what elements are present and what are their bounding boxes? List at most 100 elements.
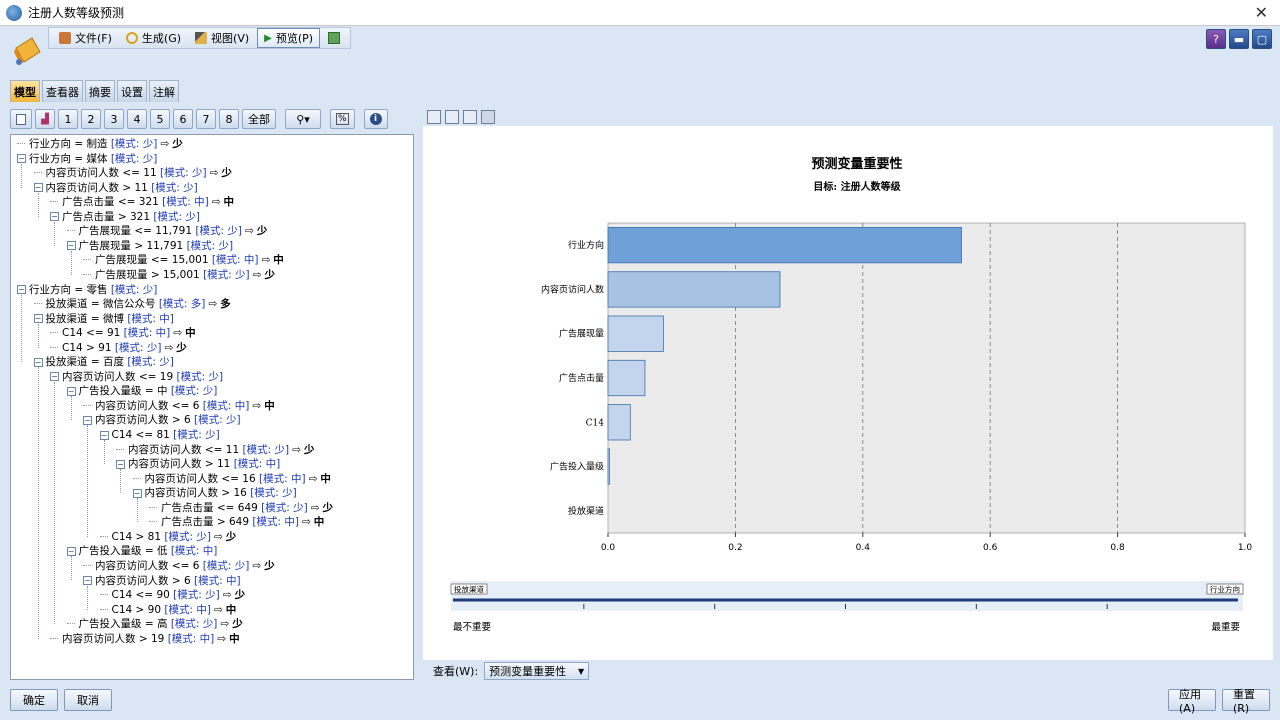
cancel-button[interactable]: 取消 [64,689,112,711]
collapse-icon[interactable]: − [83,576,92,585]
bar[interactable] [607,359,646,397]
collapse-icon[interactable]: − [66,546,76,556]
tree-node[interactable]: 广告展现量 <= 15,001 [模式: 中] ⇨ 中 [83,253,284,267]
apply-button[interactable]: 应用(A) [1168,688,1216,715]
help-icon[interactable]: ? [1206,29,1226,49]
collapse-icon[interactable]: − [17,154,26,164]
copy-visual-icon[interactable] [427,110,441,124]
tree-node[interactable]: 内容页访问人数 > 19 [模式: 中] ⇨ 中 [50,632,240,646]
collapse-icon[interactable]: − [83,415,92,425]
copy-button[interactable] [10,109,32,129]
level-6-button[interactable]: 6 [173,109,193,129]
level-all-button[interactable]: 全部 [242,109,276,129]
tree-node[interactable]: − 内容页访问人数 <= 19 [模式: 少] [50,370,223,384]
collapse-icon[interactable]: − [132,488,142,498]
node-mode: [模式: 中] [233,458,281,471]
tree-node[interactable]: 广告点击量 <= 649 [模式: 少] ⇨ 少 [149,501,333,515]
collapse-icon[interactable]: − [33,183,43,193]
bar[interactable] [607,271,781,308]
collapse-icon[interactable]: − [99,430,109,440]
tree-node[interactable]: − 广告投入量级 = 中 [模式: 少] [66,384,217,398]
tree-node[interactable]: − 投放渠道 = 百度 [模式: 少] [33,355,174,369]
minimize-icon[interactable]: ▬ [1229,29,1249,49]
copy-data-icon[interactable] [445,110,459,124]
tree-node[interactable]: 广告点击量 > 649 [模式: 中] ⇨ 中 [149,515,324,529]
level-2-button[interactable]: 2 [81,109,101,129]
level-1-button[interactable]: 1 [58,109,78,129]
collapse-icon[interactable]: − [66,241,76,251]
menu-generate[interactable]: 生成(G) [120,28,187,48]
chart-icon: ▟ [41,113,49,125]
tree-node[interactable]: 内容页访问人数 <= 6 [模式: 少] ⇨ 少 [83,559,275,573]
tree-node[interactable]: C14 > 90 [模式: 中] ⇨ 中 [99,603,236,617]
tab-settings[interactable]: 设置 [117,80,147,102]
ok-button[interactable]: 确定 [10,689,58,711]
collapse-icon[interactable]: − [33,314,43,324]
tree-node[interactable]: 广告投入量级 = 高 [模式: 少] ⇨ 少 [66,617,243,631]
link-icon[interactable] [481,110,495,124]
tree-node[interactable]: − 广告投入量级 = 低 [模式: 中] [66,544,217,558]
collapse-icon[interactable]: − [17,285,26,294]
tree-node[interactable]: − 内容页访问人数 > 11 [模式: 少] [33,181,198,195]
tree-node[interactable]: 广告展现量 <= 11,791 [模式: 少] ⇨ 少 [66,224,267,238]
tree-guide-line [54,221,55,246]
tree-node[interactable]: 内容页访问人数 <= 6 [模式: 中] ⇨ 中 [83,399,275,413]
tree-node[interactable]: 行业方向 = 制造 [模式: 少] ⇨ 少 [17,137,183,151]
tree-node[interactable]: − 行业方向 = 零售 [模式: 少] [17,283,157,297]
bar[interactable] [607,315,664,352]
tree-node[interactable]: C14 > 91 [模式: 少] ⇨ 少 [50,341,187,355]
tree-node[interactable]: 广告展现量 > 15,001 [模式: 少] ⇨ 少 [83,268,275,282]
collapse-icon[interactable]: − [66,386,76,396]
node-condition: 投放渠道 = 微博 [45,312,124,325]
preview-button[interactable]: ▶ 预览(P) [257,28,321,48]
collapse-icon[interactable]: − [50,212,59,222]
pane-splitter[interactable] [417,104,421,684]
percent-button[interactable]: % [330,109,355,129]
tree-node[interactable]: − 广告展现量 > 11,791 [模式: 少] [66,239,233,253]
tree-node[interactable]: − 投放渠道 = 微博 [模式: 中] [33,312,174,326]
tree-node[interactable]: − 内容页访问人数 > 16 [模式: 少] [132,486,297,500]
reset-button[interactable]: 重置(R) [1222,688,1270,715]
info-button[interactable]: i [363,109,388,129]
tree-node[interactable]: C14 <= 90 [模式: 少] ⇨ 少 [99,588,245,602]
view-select[interactable]: 预测变量重要性 [484,662,590,680]
bar[interactable] [607,448,610,485]
collapse-icon[interactable]: − [50,372,59,382]
pin-dropdown-button[interactable]: ⚲▾ [285,109,321,129]
menu-file[interactable]: 文件(F) [53,28,118,48]
tree-node[interactable]: − 内容页访问人数 > 11 [模式: 中] [116,457,280,471]
level-7-button[interactable]: 7 [196,109,216,129]
level-4-button[interactable]: 4 [127,109,147,129]
level-3-button[interactable]: 3 [104,109,124,129]
tree-node[interactable]: − 内容页访问人数 > 6 [模式: 少] [83,413,241,427]
export-button[interactable] [322,28,346,48]
tree-connector [17,143,25,144]
tree-node[interactable]: 广告点击量 <= 321 [模式: 中] ⇨ 中 [50,195,234,209]
tab-summary[interactable]: 摘要 [85,80,115,102]
tab-annotation[interactable]: 注解 [149,80,179,102]
tree-node[interactable]: − 内容页访问人数 > 6 [模式: 中] [83,574,241,588]
level-5-button[interactable]: 5 [150,109,170,129]
close-icon[interactable]: ✕ [1255,3,1268,22]
tree-node[interactable]: − 行业方向 = 媒体 [模式: 少] [17,152,157,166]
importance-slider[interactable]: 投放渠道 行业方向最不重要 最重要 [450,581,1244,633]
tree-node[interactable]: 内容页访问人数 <= 16 [模式: 中] ⇨ 中 [132,472,331,486]
tree-node[interactable]: C14 <= 91 [模式: 中] ⇨ 中 [50,326,196,340]
tree-node[interactable]: 内容页访问人数 <= 11 [模式: 少] ⇨ 少 [33,166,232,180]
print-icon[interactable] [463,110,477,124]
bar[interactable] [607,227,962,264]
tree-node[interactable]: − 广告点击量 > 321 [模式: 少] [50,210,200,224]
level-8-button[interactable]: 8 [219,109,239,129]
chart-view-button[interactable]: ▟ [35,109,55,129]
collapse-icon[interactable]: − [33,357,43,367]
bar[interactable] [607,404,631,441]
tab-viewer[interactable]: 查看器 [42,80,83,102]
tree-node[interactable]: − C14 <= 81 [模式: 少] [99,428,220,442]
collapse-icon[interactable]: − [116,459,125,469]
tree-node[interactable]: 投放渠道 = 微信公众号 [模式: 多] ⇨ 多 [33,297,231,311]
tree-node[interactable]: C14 > 81 [模式: 少] ⇨ 少 [99,530,236,544]
tab-model[interactable]: 模型 [10,80,40,102]
menu-view[interactable]: 视图(V) [189,28,255,48]
maximize-icon[interactable]: ▢ [1252,29,1272,49]
tree-node[interactable]: 内容页访问人数 <= 11 [模式: 少] ⇨ 少 [116,443,314,457]
